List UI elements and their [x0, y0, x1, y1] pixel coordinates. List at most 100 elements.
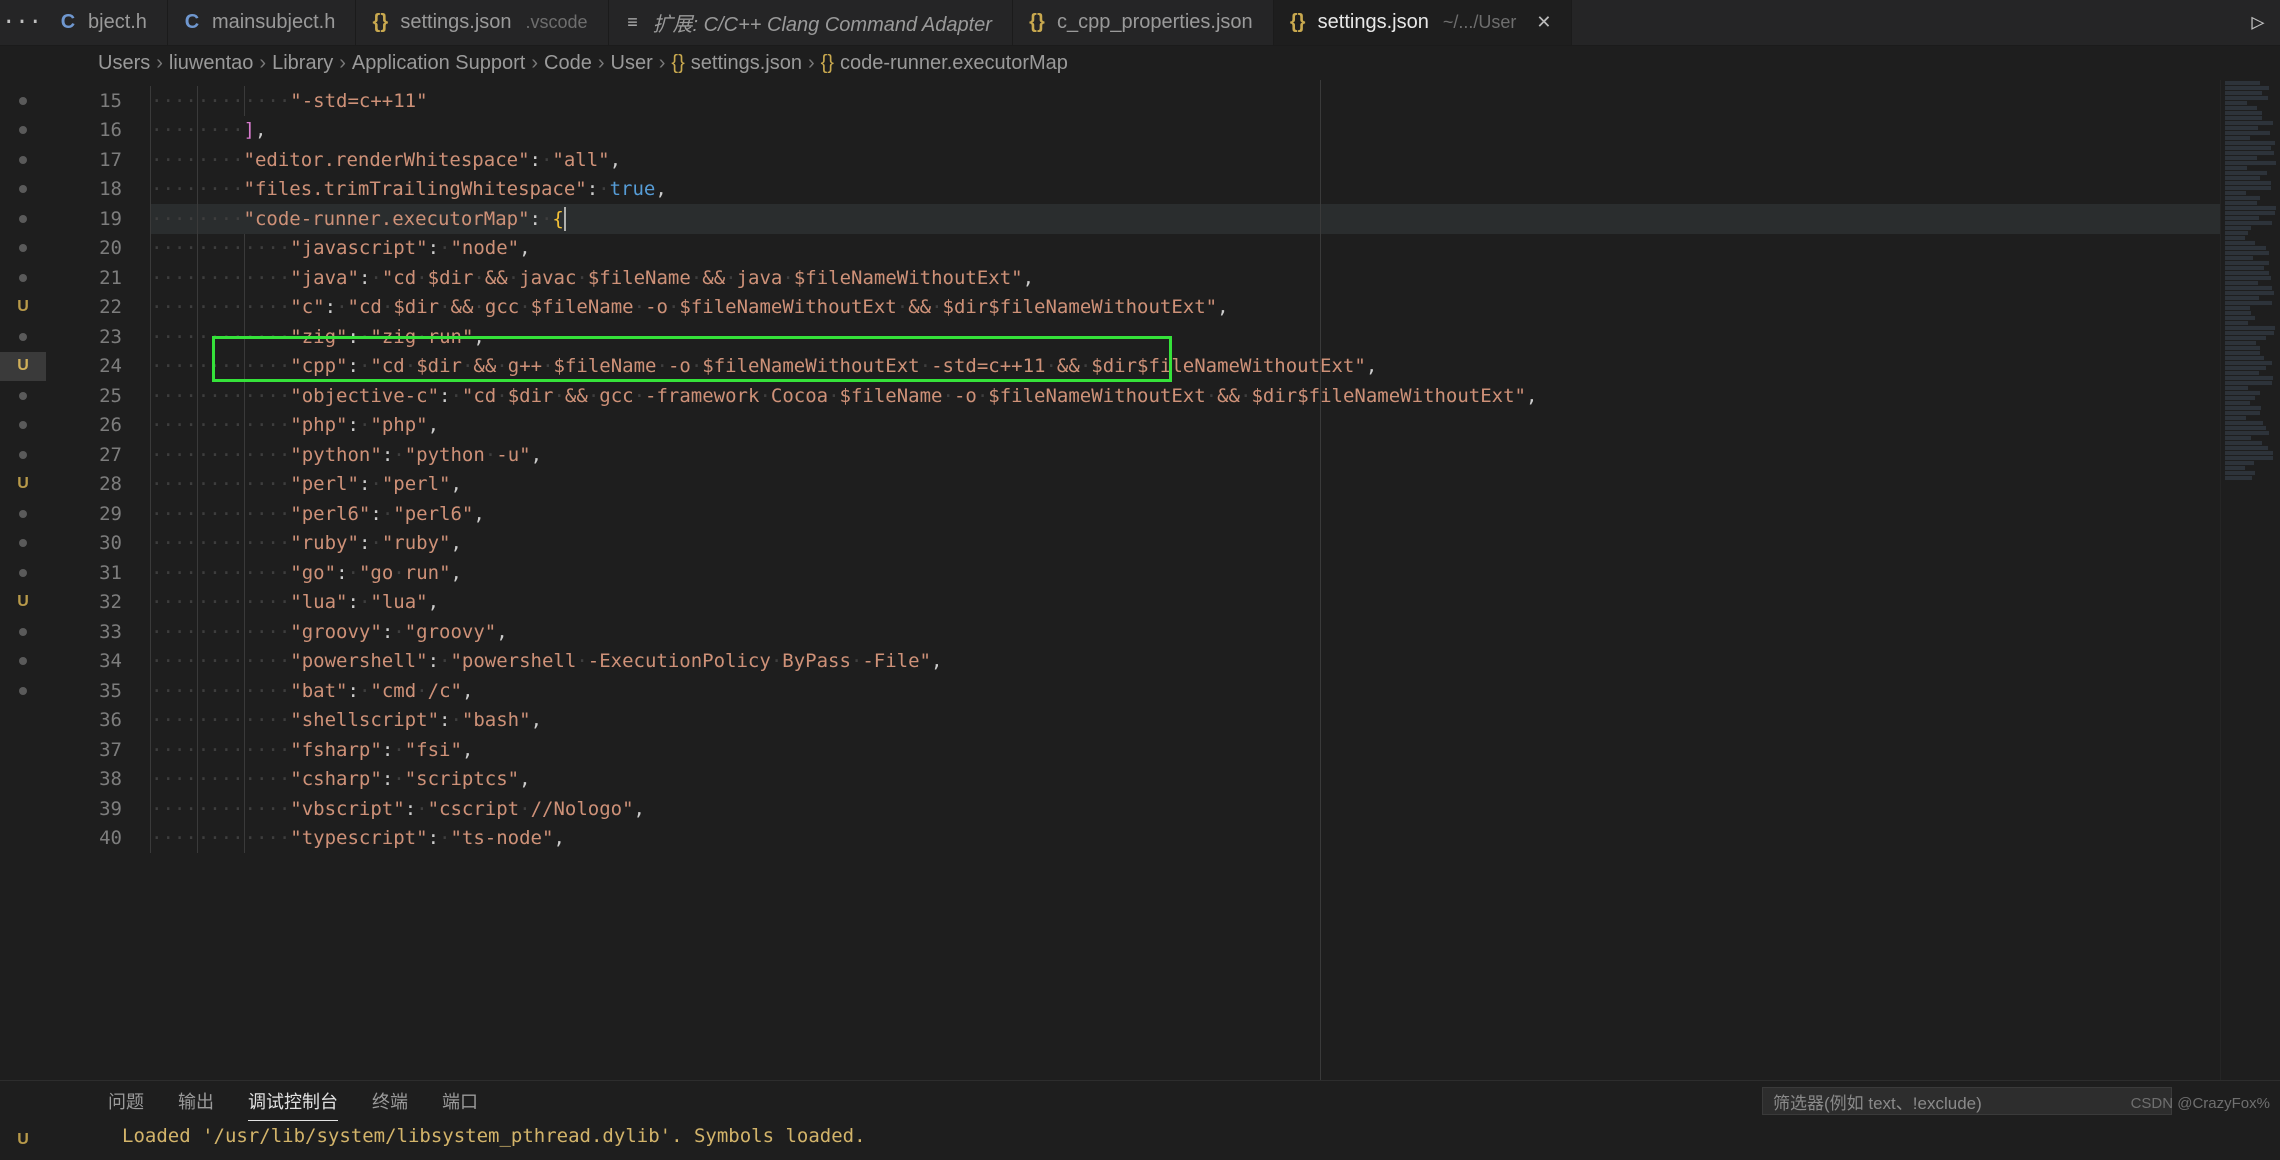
code-line[interactable]: ············"lua":·"lua", [150, 588, 2220, 618]
line-number: 38 [46, 765, 150, 795]
run-code-icon[interactable]: ▷ [2236, 0, 2280, 45]
code-line[interactable]: ············"groovy":·"groovy", [150, 617, 2220, 647]
scm-decorations-column: UUUU [0, 80, 46, 1080]
scm-status-label: U [0, 293, 46, 323]
line-number: 17 [46, 145, 150, 175]
tab-label: 扩展: C/C++ Clang Command Adapter [653, 8, 992, 37]
panel-tab[interactable]: 调试控制台 [248, 1082, 338, 1121]
tab-label: mainsubject.h [212, 11, 335, 34]
chevron-right-icon: › [339, 52, 346, 75]
code-line[interactable]: ············"vbscript":·"cscript·//Nolog… [150, 794, 2220, 824]
code-line[interactable]: ············"powershell":·"powershell·-E… [150, 647, 2220, 677]
editor-tab[interactable]: Cmainsubject.h [168, 0, 356, 45]
chevron-right-icon: › [531, 52, 538, 75]
scm-dirty-dot [0, 175, 46, 205]
code-line[interactable]: ············"fsharp":·"fsi", [150, 735, 2220, 765]
code-line[interactable]: ············"python":·"python·-u", [150, 440, 2220, 470]
line-number: 37 [46, 735, 150, 765]
code-line[interactable]: ············"perl":·"perl", [150, 470, 2220, 500]
scm-dirty-dot [0, 86, 46, 116]
line-number: 32 [46, 588, 150, 618]
breadcrumb-segment[interactable]: User [611, 52, 653, 75]
code-line[interactable]: ············"php":·"php", [150, 411, 2220, 441]
file-type-icon: C [182, 11, 202, 34]
code-line[interactable]: ············"bat":·"cmd·/c", [150, 676, 2220, 706]
line-number: 34 [46, 647, 150, 677]
scm-dirty-dot [0, 617, 46, 647]
panel-tab[interactable]: 终端 [372, 1082, 408, 1120]
scm-status-label: U [0, 588, 46, 618]
scm-dirty-dot [0, 116, 46, 146]
scm-dirty-dot [0, 145, 46, 175]
breadcrumb[interactable]: Users›liuwentao›Library›Application Supp… [0, 46, 2280, 80]
file-type-icon: {} [370, 11, 390, 34]
breadcrumb-symbol[interactable]: code-runner.executorMap [840, 52, 1068, 75]
scm-status-label: U [0, 352, 46, 382]
breadcrumb-segment[interactable]: Users [98, 52, 150, 75]
editor-tab[interactable]: Cbject.h [44, 0, 168, 45]
line-number: 16 [46, 116, 150, 146]
code-line[interactable]: ············"javascript":·"node", [150, 234, 2220, 264]
breadcrumb-file[interactable]: settings.json [691, 52, 802, 75]
file-type-icon: {} [1027, 11, 1047, 34]
code-line[interactable]: ········"files.trimTrailingWhitespace":·… [150, 175, 2220, 205]
scm-dirty-dot [0, 263, 46, 293]
code-line[interactable]: ············"zig":·"zig·run", [150, 322, 2220, 352]
code-line[interactable]: ············"c":·"cd·$dir·&&·gcc·$fileNa… [150, 293, 2220, 323]
panel-tab[interactable]: 输出 [178, 1082, 214, 1120]
breadcrumb-segment[interactable]: Application Support [352, 52, 525, 75]
chevron-right-icon: › [156, 52, 163, 75]
line-number: 19 [46, 204, 150, 234]
tab-label: settings.json [400, 11, 511, 34]
editor-tab[interactable]: {}settings.json.vscode [356, 0, 608, 45]
file-type-icon: C [58, 11, 78, 34]
panel-tab[interactable]: 端口 [442, 1082, 478, 1120]
code-line[interactable]: ············"-std=c++11" [150, 86, 2220, 116]
code-line[interactable]: ············"perl6":·"perl6", [150, 499, 2220, 529]
line-number: 24 [46, 352, 150, 382]
file-type-icon: ≡ [623, 12, 643, 33]
line-number: 30 [46, 529, 150, 559]
line-number: 39 [46, 794, 150, 824]
chevron-right-icon: › [259, 52, 266, 75]
line-number: 33 [46, 617, 150, 647]
code-line[interactable]: ········"editor.renderWhitespace":·"all"… [150, 145, 2220, 175]
line-number-gutter: 1516171819202122232425262728293031323334… [46, 80, 150, 1080]
line-number: 31 [46, 558, 150, 588]
code-line[interactable]: ············"typescript":·"ts-node", [150, 824, 2220, 854]
tab-label: bject.h [88, 11, 147, 34]
code-editor[interactable]: ············"-std=c++11"········],······… [150, 80, 2220, 1080]
code-line[interactable]: ············"shellscript":·"bash", [150, 706, 2220, 736]
scm-dirty-dot [0, 411, 46, 441]
editor-main: UUUU 15161718192021222324252627282930313… [0, 80, 2280, 1080]
editor-tab[interactable]: ≡ 扩展: C/C++ Clang Command Adapter [609, 0, 1013, 45]
line-number: 26 [46, 411, 150, 441]
code-line[interactable]: ············"ruby":·"ruby", [150, 529, 2220, 559]
scm-marker-bottom: U [0, 1125, 46, 1154]
code-line[interactable]: ············"go":·"go·run", [150, 558, 2220, 588]
editor-tab[interactable]: {}settings.json~/.../User✕ [1274, 0, 1573, 45]
code-line[interactable]: ············"java":·"cd·$dir·&&·javac·$f… [150, 263, 2220, 293]
breadcrumb-segment[interactable]: Library [272, 52, 333, 75]
panel-filter-input[interactable]: 筛选器(例如 text、!exclude) [1762, 1087, 2172, 1115]
scm-dirty-dot [0, 558, 46, 588]
minimap[interactable] [2220, 80, 2280, 1080]
line-number: 18 [46, 175, 150, 205]
close-icon[interactable]: ✕ [1536, 12, 1551, 33]
file-type-icon: {} [1288, 11, 1308, 34]
breadcrumb-segment[interactable]: liuwentao [169, 52, 254, 75]
breadcrumb-segment[interactable]: Code [544, 52, 592, 75]
panel-tab[interactable]: 问题 [108, 1082, 144, 1120]
chevron-right-icon: › [808, 52, 815, 75]
editor-tab-bar: ··· Cbject.hCmainsubject.h{}settings.jso… [0, 0, 2280, 46]
line-number: 35 [46, 676, 150, 706]
line-number: 23 [46, 322, 150, 352]
tab-overflow-button[interactable]: ··· [0, 0, 44, 45]
code-line[interactable]: ········], [150, 116, 2220, 146]
code-line[interactable]: ············"objective-c":·"cd·$dir·&&·g… [150, 381, 2220, 411]
code-line[interactable]: ············"csharp":·"scriptcs", [150, 765, 2220, 795]
line-number: 27 [46, 440, 150, 470]
editor-tab[interactable]: {}c_cpp_properties.json [1013, 0, 1274, 45]
code-line[interactable]: ········"code-runner.executorMap":·{ [150, 204, 2220, 234]
code-line[interactable]: ············"cpp":·"cd·$dir·&&·g++·$file… [150, 352, 2220, 382]
